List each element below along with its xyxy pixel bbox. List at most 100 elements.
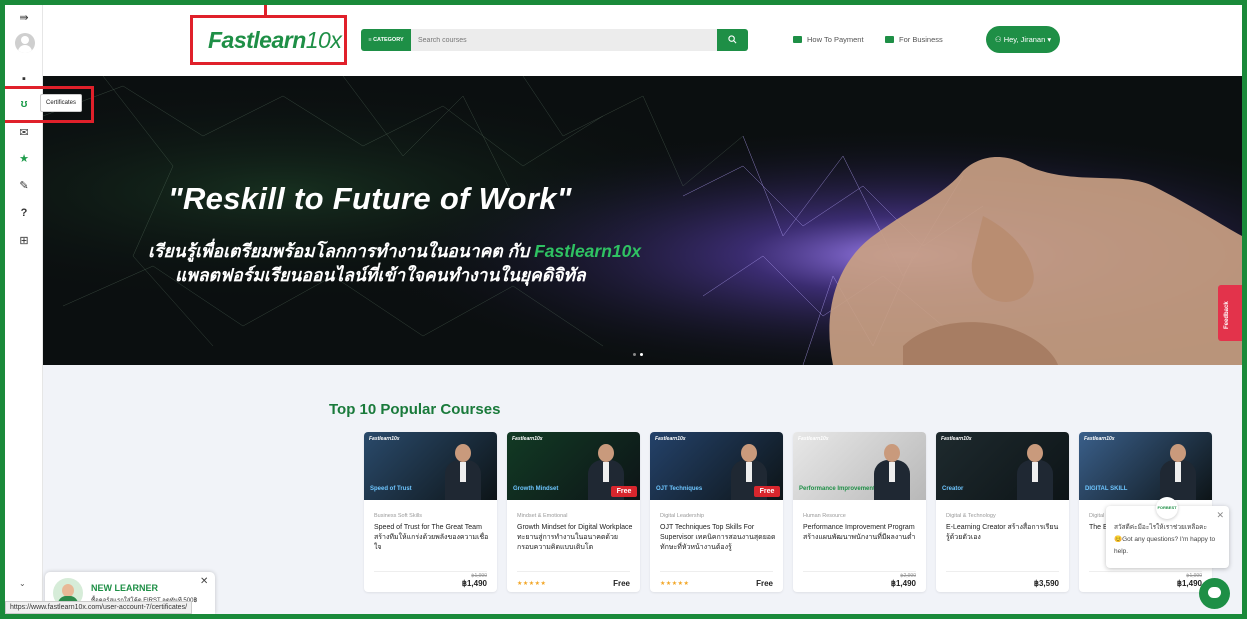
hero-brand-text: Fastlearn10x [534, 241, 642, 261]
avatar[interactable] [15, 33, 35, 53]
course-card[interactable]: Fastlearn10x Speed of Trust Business Sof… [364, 432, 497, 592]
hero-subtitle-2: แพลตฟอร์มเรียนออนไลน์ที่เข้าใจคนทำงานในย… [175, 265, 586, 285]
course-thumbnail[interactable]: Fastlearn10x DIGITAL SKILL [1079, 432, 1212, 500]
course-price: ฿1,490 [890, 579, 916, 588]
thumb-brand: Fastlearn10x [369, 436, 400, 442]
divider [803, 571, 916, 572]
instructor-image [872, 444, 912, 500]
search-icon [728, 35, 737, 44]
rating-stars: ★★★★★ [517, 581, 547, 587]
star-icon[interactable]: ★ [5, 152, 43, 166]
basket-icon[interactable]: ⊞ [5, 234, 43, 248]
divider [517, 571, 630, 572]
feedback-label: Feedback [1224, 301, 1230, 329]
site-logo[interactable]: Fastlearn10x [208, 27, 342, 54]
chat-message: สวัสดีค่ะมีอะไรให้เราช่วยเหลือคะ 😊Got an… [1114, 524, 1216, 555]
course-card[interactable]: Fastlearn10x Growth Mindset Free Mindset… [507, 432, 640, 592]
section-title: Top 10 Popular Courses [329, 401, 501, 418]
instructor-image [1015, 444, 1055, 500]
thumb-tag: Speed of Trust [370, 486, 412, 492]
chat-bubble-button[interactable] [1199, 578, 1230, 609]
course-title[interactable]: OJT Techniques Top Skills For Supervisor… [660, 523, 776, 553]
thumb-brand: Fastlearn10x [798, 436, 829, 442]
rating-stars: ★★★★★ [660, 581, 690, 587]
course-category: Human Resource [803, 513, 846, 519]
course-category: Digital [1089, 513, 1105, 519]
divider [660, 571, 773, 572]
carousel-dot[interactable] [633, 353, 636, 356]
close-icon[interactable]: ✕ [200, 576, 208, 587]
logo-text: Fastlearn [208, 27, 306, 53]
for-business-label: For Business [899, 35, 943, 44]
chat-icon [1208, 587, 1221, 598]
status-bar-url: https://www.fastlearn10x.com/user-accoun… [5, 601, 193, 614]
instructor-image [1158, 444, 1198, 500]
course-title[interactable]: Performance Improvement Program สร้างแผน… [803, 523, 919, 543]
hero-title: "Reskill to Future of Work" [168, 181, 572, 216]
course-price: ฿1,490 [461, 579, 487, 588]
learner-title: NEW LEARNER [91, 583, 158, 593]
course-thumbnail[interactable]: Fastlearn10x OJT Techniques Free [650, 432, 783, 500]
mail-icon[interactable]: ✉ [5, 126, 43, 140]
course-title[interactable]: Speed of Trust for The Great Team สร้างท… [374, 523, 490, 553]
course-card[interactable]: Fastlearn10x OJT Techniques Free Digital… [650, 432, 783, 592]
help-icon[interactable]: ? [5, 206, 43, 220]
course-category: Digital & Technology [946, 513, 996, 519]
chat-popup[interactable]: FORBEST ✕ สวัสดีค่ะมีอะไรให้เราช่วยเหลือ… [1106, 497, 1229, 568]
user-menu-button[interactable]: ⚇ Hey, Jiranan ▾ [986, 26, 1060, 53]
course-category: Business Soft Skills [374, 513, 422, 519]
payment-icon [793, 36, 802, 43]
hero-background [43, 76, 1242, 365]
free-badge: Free [611, 486, 637, 497]
close-icon[interactable]: ✕ [1216, 510, 1224, 521]
course-price: ฿3,590 [1033, 579, 1059, 588]
course-price: ฿1,490 [1176, 579, 1202, 588]
header: Fastlearn10x ≡ CATEGORY How To Payment F… [43, 5, 1242, 76]
search-button[interactable] [717, 29, 748, 51]
hero-banner[interactable]: "Reskill to Future of Work" เรียนรู้เพื่… [43, 76, 1242, 365]
thumb-tag: DIGITAL SKILL [1085, 486, 1128, 492]
course-thumbnail[interactable]: Fastlearn10x Creator [936, 432, 1069, 500]
thumb-brand: Fastlearn10x [512, 436, 543, 442]
courses-section: Top 10 Popular Courses Fastlearn10x Spee… [43, 365, 1242, 614]
menu-toggle-icon[interactable]: ⇛ [5, 11, 43, 25]
course-category: Mindset & Emotional [517, 513, 568, 519]
divider [946, 571, 1059, 572]
divider [374, 571, 487, 572]
for-business-link[interactable]: For Business [885, 35, 943, 44]
chevron-down-icon[interactable]: ⌄ [19, 579, 26, 588]
thumb-tag: Growth Mindset [513, 486, 559, 492]
thumb-tag: Creator [942, 486, 964, 492]
course-thumbnail[interactable]: Fastlearn10x Growth Mindset Free [507, 432, 640, 500]
thumb-brand: Fastlearn10x [655, 436, 686, 442]
search-input[interactable] [411, 29, 717, 51]
course-card[interactable]: Fastlearn10x Creator Digital & Technolog… [936, 432, 1069, 592]
category-button[interactable]: ≡ CATEGORY [361, 29, 411, 51]
thumb-brand: Fastlearn10x [941, 436, 972, 442]
course-card[interactable]: Fastlearn10x Performance Improvement Pro… [793, 432, 926, 592]
course-thumbnail[interactable]: Fastlearn10x Performance Improvement Pro… [793, 432, 926, 500]
course-thumbnail[interactable]: Fastlearn10x Speed of Trust [364, 432, 497, 500]
divider [1089, 571, 1202, 572]
book-icon[interactable]: ▪ [5, 72, 43, 86]
briefcase-icon [885, 36, 894, 43]
course-price: Free [756, 579, 773, 588]
how-to-payment-link[interactable]: How To Payment [793, 35, 864, 44]
browser-page: ⇛ ▪ ʊ ✉ ★ ✎ ? ⊞ ⌄ Certificates Fastlearn… [5, 5, 1242, 614]
course-title[interactable]: Growth Mindset for Digital Workplace ทะย… [517, 523, 633, 553]
chat-logo: FORBEST [1156, 497, 1178, 519]
logo-suffix: 10x [305, 27, 342, 53]
course-title[interactable]: E-Learning Creator สร้างสื่อการเรียนรู้ด… [946, 523, 1062, 543]
user-label: Hey, Jiranan ▾ [1003, 35, 1052, 44]
pen-icon[interactable]: ✎ [5, 179, 43, 193]
user-icon: ⚇ [994, 35, 1004, 44]
feedback-tab[interactable]: Feedback [1218, 285, 1242, 341]
course-price: Free [613, 579, 630, 588]
carousel-dot-active[interactable] [640, 353, 643, 356]
free-badge: Free [754, 486, 780, 497]
instructor-image [443, 444, 483, 500]
certificate-icon[interactable]: ʊ [5, 97, 43, 111]
certificates-tooltip: Certificates [40, 94, 83, 112]
hero-subtitle-text: เรียนรู้เพื่อเตรียมพร้อมโลกการทำงานในอนา… [148, 241, 535, 261]
how-to-payment-label: How To Payment [807, 35, 864, 44]
